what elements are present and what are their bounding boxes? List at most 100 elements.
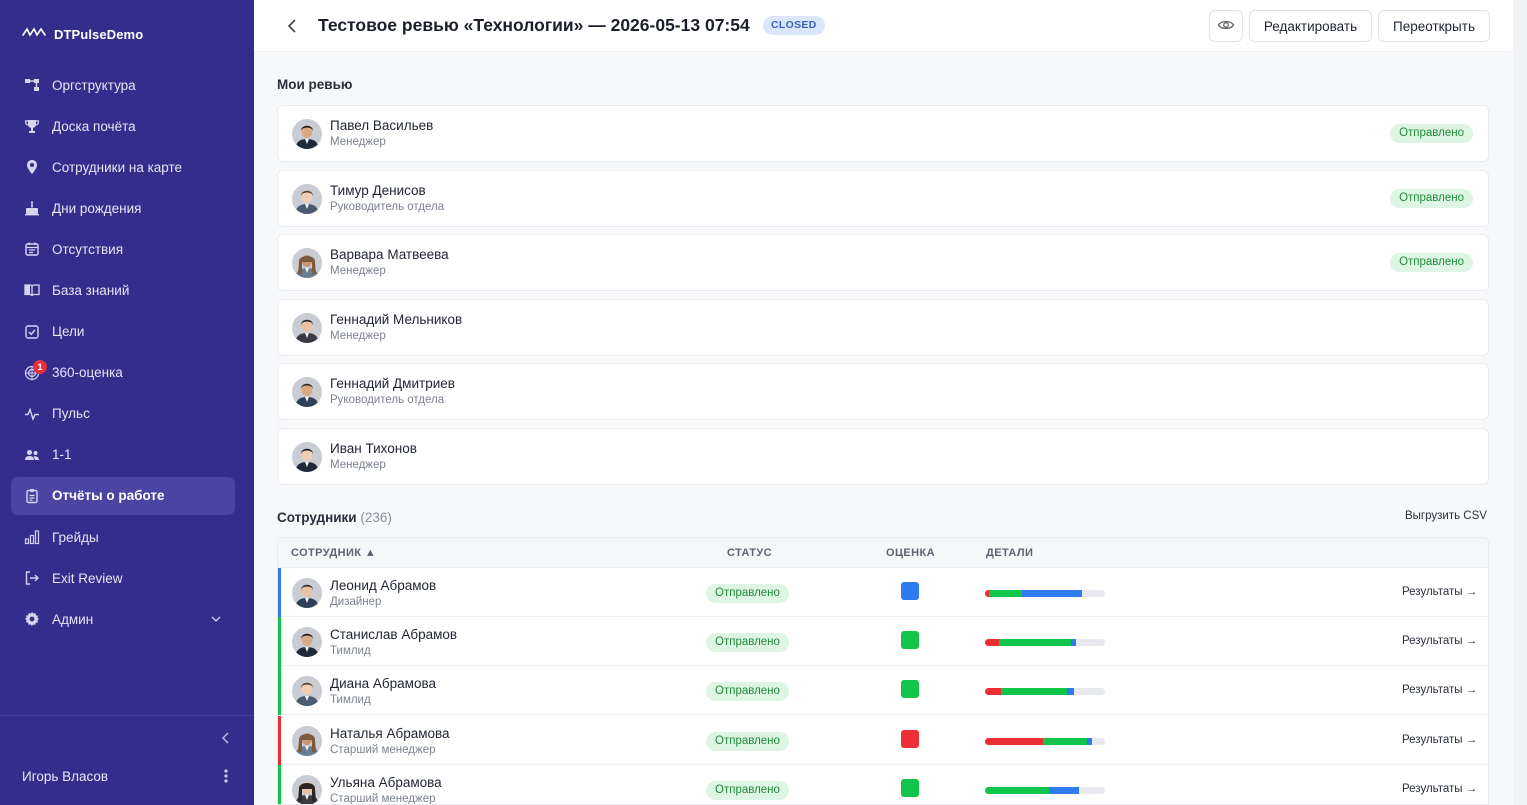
sidebar-item-6[interactable]: Цели [11, 313, 235, 351]
details-distribution-bar [985, 688, 1105, 696]
sidebar-item-label: Оргструктура [52, 77, 136, 93]
pulse-icon [23, 405, 41, 423]
reviewee-name: Павел Васильев [330, 118, 434, 133]
table-row[interactable]: Станислав Абрамов Тимлид Отправлено Резу… [278, 617, 1488, 667]
column-header-details[interactable]: ДЕТАЛИ [986, 547, 1033, 559]
reviewee-role: Руководитель отдела [330, 200, 445, 213]
export-csv-link[interactable]: Выгрузить CSV [1405, 510, 1487, 522]
page-header: Тестовое ревью «Технологии» — 2026-05-13… [254, 0, 1513, 52]
bar-segment-blue [1086, 737, 1092, 745]
review-card[interactable]: Геннадий Дмитриев Руководитель отдела [277, 363, 1489, 421]
sidebar-item-label: Дни рождения [52, 200, 142, 216]
bar-segment-green [1042, 737, 1087, 745]
sidebar-item-0[interactable]: Оргструктура [11, 66, 235, 104]
sidebar-item-10[interactable]: Отчёты о работе [11, 476, 235, 515]
brand[interactable]: DTPulseDemo [22, 24, 143, 44]
status-badge: Отправлено [1390, 253, 1473, 273]
status-badge: Отправлено [706, 780, 789, 800]
chevron-down-icon[interactable] [209, 612, 223, 629]
sidebar-item-11[interactable]: Грейды [11, 518, 235, 556]
notification-badge: 1 [33, 359, 47, 374]
results-link[interactable]: Результаты → [1402, 684, 1477, 696]
review-card[interactable]: Павел Васильев Менеджер Отправлено [277, 105, 1489, 162]
avatar [292, 377, 322, 408]
row-accent-bar [278, 568, 281, 617]
employee-name: Станислав Абрамов [330, 627, 458, 643]
score-indicator [901, 680, 919, 699]
employee-role: Дизайнер [330, 596, 382, 608]
reviewee-role: Менеджер [330, 265, 386, 278]
results-link[interactable]: Результаты → [1402, 783, 1477, 795]
collapse-sidebar-icon[interactable] [218, 730, 234, 751]
sidebar-item-5[interactable]: База знаний [11, 271, 235, 309]
avatar [292, 312, 322, 343]
sidebar-item-1[interactable]: Доска почёта [11, 107, 235, 145]
table-row[interactable]: Леонид Абрамов Дизайнер Отправлено Резул… [278, 568, 1488, 617]
table-row[interactable]: Ульяна Абрамова Старший менеджер Отправл… [278, 764, 1488, 804]
score-indicator [901, 778, 919, 797]
bar-segment-green [1000, 688, 1067, 696]
sidebar-item-12[interactable]: Exit Review [11, 559, 235, 597]
bar-segment-red [985, 639, 1000, 647]
employee-name: Диана Абрамова [330, 676, 436, 692]
sidebar-item-13[interactable]: Админ [11, 600, 235, 638]
calendar-icon [23, 240, 41, 258]
avatar [292, 183, 322, 214]
reviewee-role: Менеджер [330, 136, 386, 148]
row-accent-bar [278, 764, 281, 804]
review-card[interactable]: Иван Тихонов Менеджер [277, 428, 1489, 485]
sidebar-item-label: Админ [52, 611, 94, 627]
map-pin-icon [23, 158, 41, 176]
sidebar-item-label: Доска почёта [52, 118, 136, 134]
employee-name: Ульяна Абрамова [330, 774, 442, 790]
sidebar-item-label: Цели [52, 324, 85, 340]
review-card[interactable]: Варвара Матвеева Менеджер Отправлено [277, 234, 1489, 292]
table-row[interactable]: Наталья Абрамова Старший менеджер Отправ… [278, 715, 1488, 765]
results-link[interactable]: Результаты → [1402, 734, 1477, 746]
reviewee-name: Геннадий Дмитриев [330, 376, 455, 392]
row-accent-bar [278, 666, 281, 716]
reopen-button[interactable]: Переоткрыть [1378, 10, 1490, 42]
avatar [292, 725, 322, 756]
status-badge: Отправлено [706, 731, 789, 751]
results-link[interactable]: Результаты → [1402, 635, 1477, 647]
review-card[interactable]: Тимур Денисов Руководитель отдела Отправл… [277, 169, 1489, 227]
sidebar-item-9[interactable]: 1-1 [11, 436, 235, 474]
results-link[interactable]: Результаты → [1402, 586, 1477, 598]
sidebar-item-8[interactable]: Пульс [11, 395, 235, 433]
org-chart-icon [23, 76, 41, 94]
column-header-score[interactable]: ОЦЕНКА [886, 547, 935, 559]
brand-name: DTPulseDemo [54, 26, 144, 42]
edit-button[interactable]: Редактировать [1249, 10, 1372, 42]
bar-segment-green [985, 786, 1049, 794]
details-distribution-bar [985, 590, 1105, 597]
table-row[interactable]: Диана Абрамова Тимлид Отправлено Результ… [278, 666, 1488, 716]
sidebar-item-label: 360-оценка [52, 365, 123, 381]
sidebar-item-2[interactable]: Сотрудники на карте [11, 148, 235, 186]
score-indicator [901, 582, 919, 600]
bar-segment-blue [1022, 590, 1083, 597]
back-arrow-icon[interactable] [284, 16, 300, 41]
status-badge: Отправлено [706, 633, 789, 653]
column-header-employee[interactable]: СОТРУДНИК ▲ [291, 547, 376, 559]
details-distribution-bar [985, 639, 1105, 647]
preview-button[interactable] [1209, 10, 1243, 42]
review-card[interactable]: Геннадий Мельников Менеджер [277, 298, 1489, 356]
bar-segment-blue [1071, 639, 1077, 647]
book-icon [23, 281, 41, 299]
column-header-status[interactable]: СТАТУС [727, 547, 772, 559]
employees-title-text: Сотрудники [277, 510, 357, 525]
employee-name: Наталья Абрамова [330, 725, 450, 741]
sidebar-item-label: Сотрудники на карте [52, 159, 183, 175]
sidebar-divider [0, 715, 254, 716]
sidebar-item-7[interactable]: 1 360-оценка [11, 354, 235, 392]
details-distribution-bar [985, 786, 1105, 794]
gear-icon [23, 610, 41, 628]
user-menu-kebab-icon[interactable] [220, 767, 232, 790]
sidebar-item-4[interactable]: Отсутствия [11, 230, 235, 268]
current-user-name[interactable]: Игорь Власов [22, 769, 108, 784]
scrollbar-track[interactable] [1513, 0, 1527, 805]
employee-role: Тимлид [330, 645, 371, 658]
checkbox-icon [23, 323, 41, 341]
sidebar-item-3[interactable]: Дни рождения [11, 189, 235, 227]
